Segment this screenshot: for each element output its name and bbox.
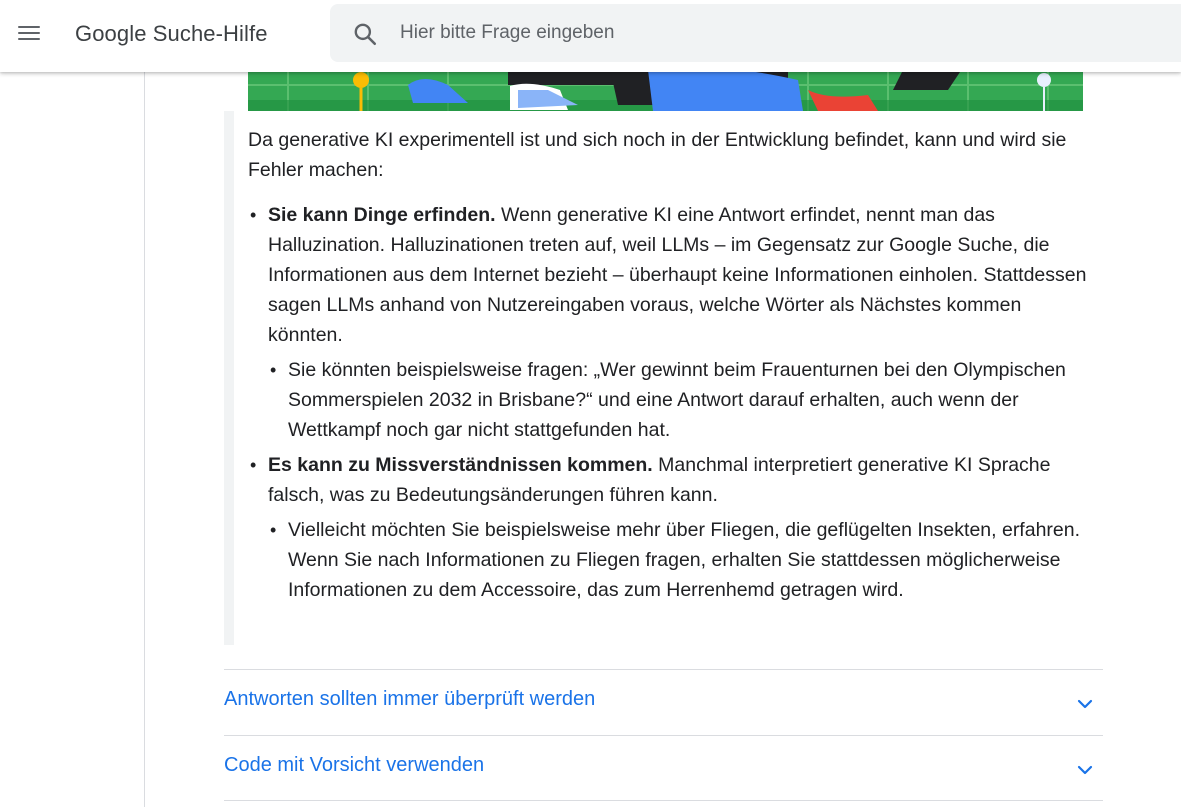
top-app-bar: Google Suche-Hilfe <box>0 0 1181 72</box>
search-box[interactable] <box>330 4 1181 62</box>
search-input[interactable] <box>400 18 1100 48</box>
sidebar-divider <box>144 72 145 807</box>
accordion-use-code-carefully[interactable]: Code mit Vorsicht verwenden <box>224 735 1103 801</box>
accordion-title[interactable]: Code mit Vorsicht verwenden <box>224 754 484 777</box>
divider <box>224 800 1103 801</box>
list-item-title: Sie kann Dinge erfinden. <box>268 204 496 226</box>
intro-paragraph: Da generative KI experimentell ist und s… <box>248 129 1067 181</box>
chevron-down-icon[interactable] <box>1075 760 1095 780</box>
hamburger-menu-icon[interactable] <box>12 18 48 50</box>
expanded-section: Da generative KI experimentell ist und s… <box>224 111 1104 645</box>
accordion-title[interactable]: Antworten sollten immer überprüft werden <box>224 688 595 711</box>
sub-list-item: Vielleicht möchten Sie beispielsweise me… <box>268 515 1090 605</box>
search-icon[interactable] <box>352 21 378 47</box>
list-item: Es kann zu Missverständnissen kommen. Ma… <box>248 450 1090 510</box>
sub-list-item: Sie könnten beispielsweise fragen: „Wer … <box>268 355 1090 445</box>
section-indent-bar <box>224 111 234 645</box>
bullet-list: Sie kann Dinge erfinden. Wenn generative… <box>248 200 1090 605</box>
chevron-down-icon[interactable] <box>1075 694 1095 714</box>
product-title[interactable]: Google Suche-Hilfe <box>75 21 268 47</box>
section-body: Da generative KI experimentell ist und s… <box>248 125 1090 610</box>
list-item-title: Es kann zu Missverständnissen kommen. <box>268 454 653 476</box>
list-item: Sie kann Dinge erfinden. Wenn generative… <box>248 200 1090 350</box>
accordion-verify-answers[interactable]: Antworten sollten immer überprüft werden <box>224 669 1103 735</box>
